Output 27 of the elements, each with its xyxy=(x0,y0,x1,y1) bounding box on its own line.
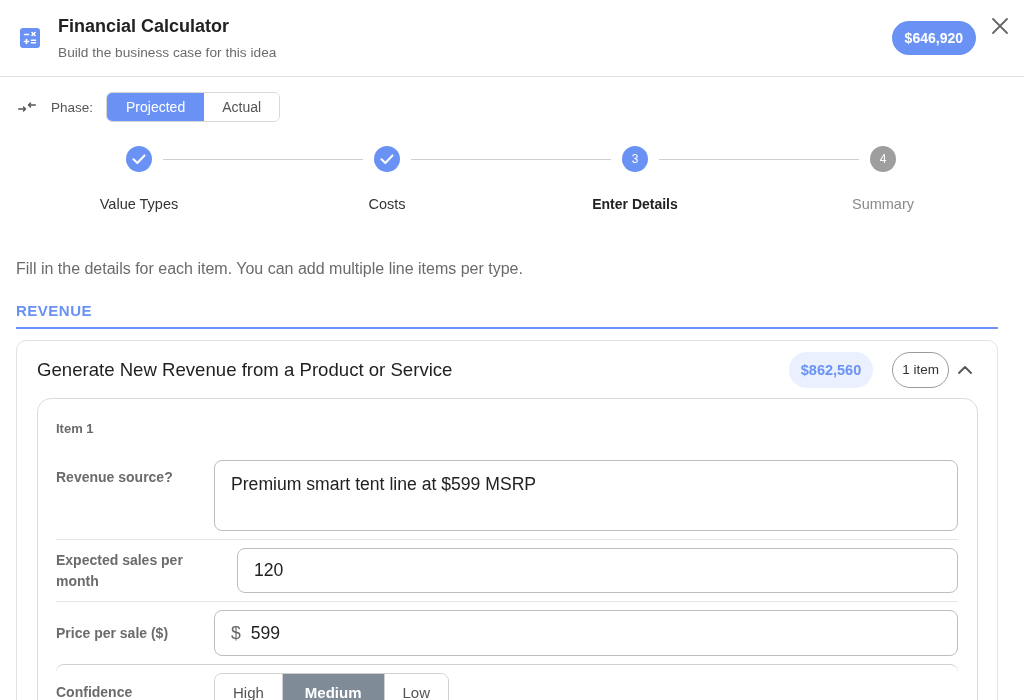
currency-field[interactable]: $ 599 xyxy=(214,610,958,656)
text-area[interactable]: Premium smart tent line at $599 MSRP xyxy=(214,460,958,531)
field-label: Confidence xyxy=(56,682,134,700)
item-title: Item 1 xyxy=(56,421,94,437)
dialog-subtitle: Build the business case for this idea xyxy=(58,45,277,61)
chevron-up-icon[interactable] xyxy=(958,365,972,374)
section-heading: REVENUE xyxy=(16,302,998,329)
calculator-icon xyxy=(20,28,40,48)
step-number: 4 xyxy=(870,146,896,172)
step-label: Costs xyxy=(368,195,406,213)
card-title: Generate New Revenue from a Product or Service xyxy=(37,358,453,381)
field-label: Revenue source? xyxy=(56,468,174,487)
step-label: Enter Details xyxy=(592,195,678,213)
instructions-text: Fill in the details for each item. You can add multiple line items per type. xyxy=(16,260,523,278)
step-label: Value Types xyxy=(99,195,179,213)
total-badge: $862,560 xyxy=(788,351,874,388)
dialog-title: Financial Calculator xyxy=(58,15,230,37)
step-number: 3 xyxy=(622,146,648,172)
phase-label: Phase: xyxy=(51,99,94,115)
input-field[interactable]: 120 xyxy=(237,548,958,593)
confidence-option[interactable]: Low xyxy=(383,674,449,700)
field-label: Price per sale ($) xyxy=(56,623,170,643)
field-label: Expected sales per month xyxy=(56,550,184,591)
swap-arrows-icon xyxy=(18,102,36,112)
close-icon[interactable] xyxy=(992,18,1008,34)
step-label: Summary xyxy=(851,195,914,213)
total-badge: $646,920 xyxy=(891,21,976,55)
